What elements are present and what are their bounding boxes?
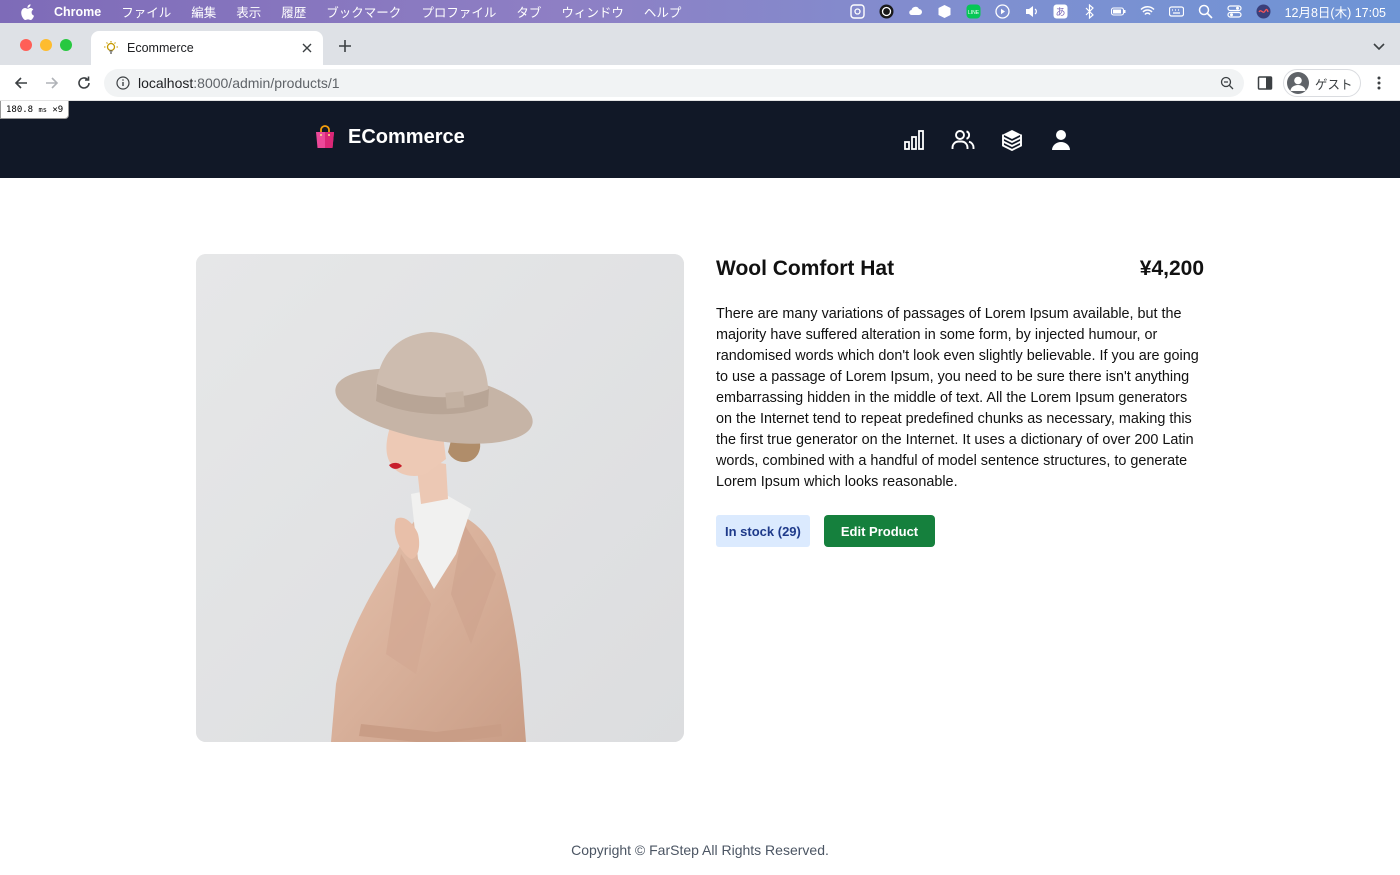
shield-app-icon[interactable] <box>937 4 952 19</box>
product-price: ¥4,200 <box>1139 257 1204 280</box>
product-description: There are many variations of passages of… <box>716 306 1199 490</box>
pixel-tool-icon[interactable] <box>849 4 865 19</box>
menu-window[interactable]: ウィンドウ <box>561 2 624 21</box>
macos-menubar: Chrome ファイル 編集 表示 履歴 ブックマーク プロファイル タブ ウィ… <box>0 0 1400 23</box>
product-title-row: Wool Comfort Hat ¥4,200 <box>716 254 1204 284</box>
browser-tab-active[interactable]: Ecommerce <box>91 31 323 65</box>
volume-icon[interactable] <box>1024 4 1039 19</box>
record-icon[interactable] <box>879 4 894 19</box>
stock-badge: In stock (29) <box>716 515 810 547</box>
menubar-clock[interactable]: 12月8日(木) 17:05 <box>1285 2 1386 21</box>
perf-count: ✕9 <box>52 104 64 115</box>
browser-toolbar: localhost:8000/admin/products/1 ゲスト <box>0 65 1400 101</box>
menu-history[interactable]: 履歴 <box>281 2 306 21</box>
product-name: Wool Comfort Hat <box>716 257 895 280</box>
bluetooth-icon[interactable] <box>1082 4 1097 19</box>
window-minimize-button[interactable] <box>40 39 52 51</box>
back-arrow-icon[interactable] <box>12 74 30 92</box>
zoom-magnifier-icon[interactable] <box>1220 76 1234 90</box>
lightbulb-favicon-icon <box>104 41 118 54</box>
profile-name: ゲスト <box>1315 77 1353 92</box>
menu-app-name[interactable]: Chrome <box>54 5 101 19</box>
play-icon[interactable] <box>994 4 1010 19</box>
product-actions: In stock (29) Edit Product <box>716 515 1204 547</box>
url-host: localhost <box>138 75 194 91</box>
guest-avatar-icon <box>1287 72 1309 94</box>
forward-arrow-icon[interactable] <box>43 74 61 92</box>
menu-view[interactable]: 表示 <box>236 2 261 21</box>
perf-time: 180.8 <box>6 104 34 115</box>
app-header: ECommerce <box>0 101 1400 178</box>
menu-tab[interactable]: タブ <box>516 2 541 21</box>
new-tab-plus-icon[interactable] <box>336 37 354 55</box>
product-image <box>196 254 684 742</box>
svg-text:あ: あ <box>1055 7 1065 19</box>
footer-copyright: Copyright © FarStep All Rights Reserved. <box>571 842 829 858</box>
address-bar[interactable]: localhost:8000/admin/products/1 <box>104 69 1244 97</box>
tab-close-icon[interactable] <box>299 40 315 56</box>
admin-nav <box>902 128 1098 152</box>
weather-icon[interactable] <box>908 4 923 19</box>
brand-name: ECommerce <box>348 125 465 148</box>
browser-tabstrip: Ecommerce <box>0 23 1400 65</box>
edit-product-button[interactable]: Edit Product <box>823 515 936 547</box>
url-path: :8000/admin/products/1 <box>193 75 340 91</box>
account-user-icon[interactable] <box>1049 128 1073 152</box>
brand-logo-link[interactable]: ECommerce <box>314 125 465 149</box>
profile-button[interactable]: ゲスト <box>1283 69 1361 97</box>
line-icon[interactable]: LINE <box>966 4 981 19</box>
menu-edit[interactable]: 編集 <box>191 2 216 21</box>
apple-icon[interactable] <box>20 3 36 20</box>
siri-icon[interactable] <box>1256 4 1271 19</box>
window-zoom-button[interactable] <box>60 39 72 51</box>
menu-profiles[interactable]: プロファイル <box>421 2 496 21</box>
menu-help[interactable]: ヘルプ <box>644 2 682 21</box>
menu-bookmarks[interactable]: ブックマーク <box>326 2 401 21</box>
site-info-icon[interactable] <box>116 76 130 90</box>
side-panel-icon[interactable] <box>1257 75 1273 91</box>
perf-unit: ms <box>38 105 47 114</box>
chrome-menu-kebab-icon[interactable] <box>1372 75 1386 91</box>
battery-icon[interactable] <box>1110 4 1126 19</box>
products-box-icon[interactable] <box>1000 128 1024 152</box>
tab-search-chevron-icon[interactable] <box>1372 39 1386 53</box>
keyboard-icon[interactable] <box>1168 4 1184 19</box>
wifi-icon[interactable] <box>1140 4 1155 19</box>
svg-text:LINE: LINE <box>968 10 980 16</box>
shopping-bag-icon <box>316 125 334 148</box>
control-center-icon[interactable] <box>1226 4 1242 19</box>
address-url[interactable]: localhost:8000/admin/products/1 <box>138 75 340 91</box>
users-icon[interactable] <box>951 128 975 152</box>
input-method-icon[interactable]: あ <box>1053 4 1068 19</box>
spotlight-search-icon[interactable] <box>1198 4 1213 19</box>
chart-icon[interactable] <box>902 128 926 152</box>
tab-title: Ecommerce <box>127 41 194 55</box>
product-details: Wool Comfort Hat ¥4,200 There are many v… <box>716 254 1204 547</box>
reload-icon[interactable] <box>75 74 93 92</box>
perf-overlay: 180.8 ms ✕9 <box>0 101 70 119</box>
menu-file[interactable]: ファイル <box>121 2 171 21</box>
window-close-button[interactable] <box>20 39 32 51</box>
